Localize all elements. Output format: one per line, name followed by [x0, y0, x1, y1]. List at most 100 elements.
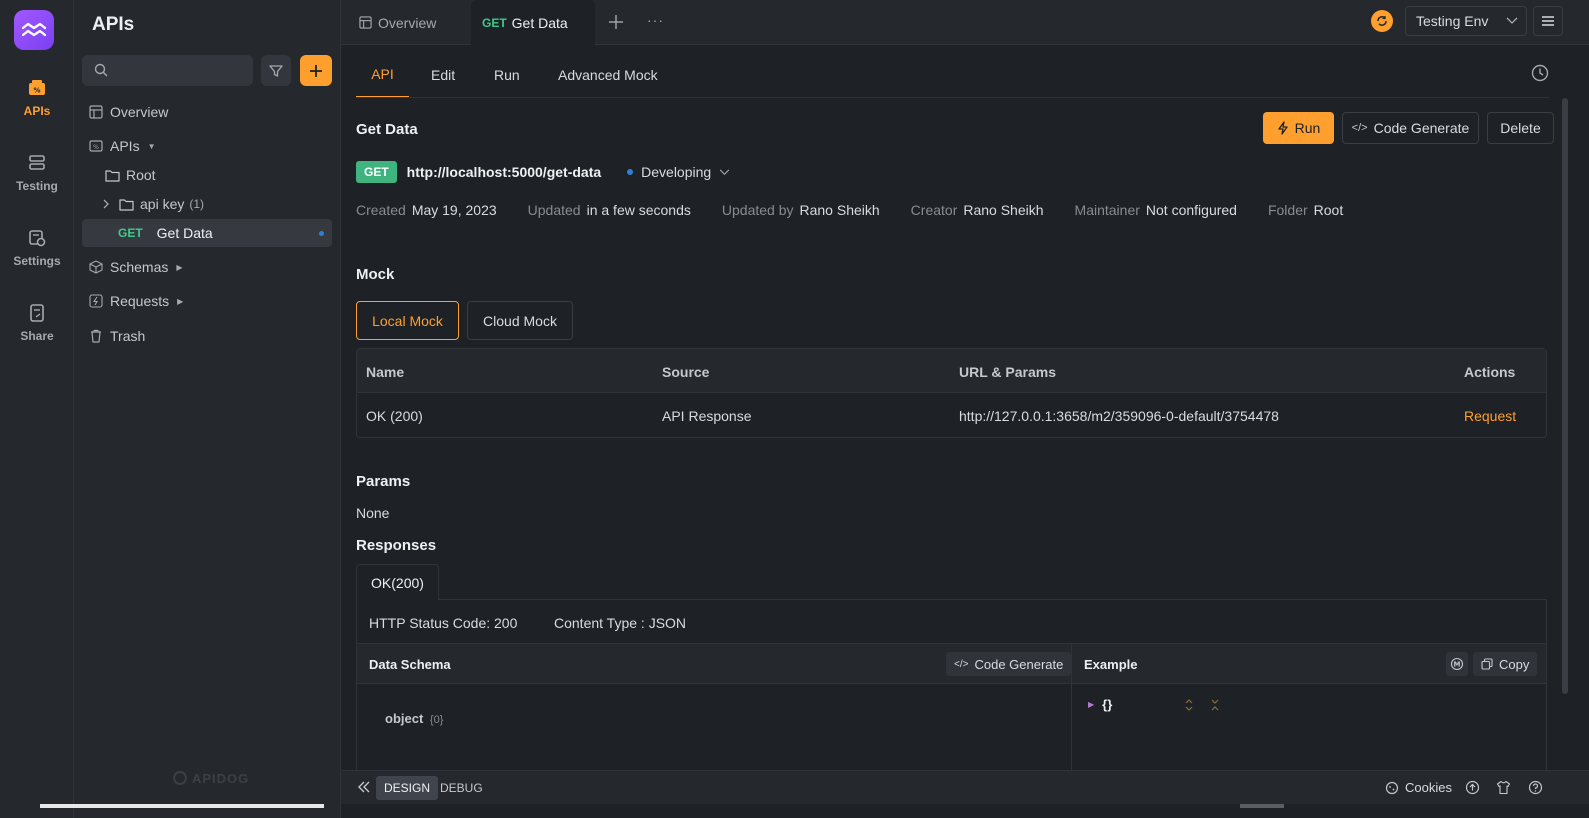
- expand-caret-icon[interactable]: ▶: [1088, 700, 1094, 709]
- app-logo[interactable]: [14, 10, 54, 50]
- status-select[interactable]: Developing: [627, 164, 730, 180]
- upload-icon[interactable]: [1465, 780, 1480, 795]
- table-header: [357, 349, 1546, 393]
- caret-down-icon: ▼: [147, 141, 156, 151]
- cookies-label: Cookies: [1405, 780, 1452, 795]
- cell-url[interactable]: http://127.0.0.1:3658/m2/359096-0-defaul…: [959, 408, 1279, 424]
- tree-item-label: APIs: [110, 138, 140, 154]
- copy-button[interactable]: Copy: [1473, 652, 1538, 676]
- debug-mode-button[interactable]: DEBUG: [432, 776, 491, 800]
- tree-item-label: api key: [140, 196, 185, 212]
- new-tab-button[interactable]: [608, 14, 624, 30]
- meta-folder: Folder Root: [1267, 202, 1344, 218]
- tree-item-get-data[interactable]: GET Get Data: [82, 219, 332, 247]
- overview-icon: [88, 104, 104, 120]
- code-generate-button[interactable]: </> Code Generate: [1342, 112, 1479, 144]
- svg-text:%: %: [33, 87, 40, 95]
- mock-table: Name Source URL & Params Actions OK (200…: [356, 348, 1547, 438]
- run-button[interactable]: Run: [1263, 112, 1334, 144]
- environment-select[interactable]: Testing Env: [1405, 6, 1527, 36]
- response-panel: HTTP Status Code: 200 Content Type : JSO…: [356, 599, 1547, 775]
- more-tabs-button[interactable]: ···: [647, 12, 664, 28]
- share-icon: [27, 303, 47, 323]
- trash-icon: [88, 328, 104, 344]
- tree-item-label: Trash: [110, 328, 146, 344]
- testing-icon: [27, 153, 47, 173]
- meta-creator: Creator Rano Sheikh: [910, 202, 1044, 218]
- json-brace: {}: [1102, 697, 1113, 712]
- cookies-button[interactable]: Cookies: [1385, 780, 1452, 795]
- design-mode-button[interactable]: DESIGN: [376, 776, 439, 800]
- add-button[interactable]: [300, 55, 332, 86]
- params-value: None: [356, 505, 390, 521]
- settings-icon: [27, 228, 47, 248]
- method-tag: GET: [482, 15, 507, 30]
- rail-item-settings[interactable]: Settings: [0, 228, 74, 268]
- chevron-right-icon: [102, 199, 110, 209]
- response-tab-ok200[interactable]: OK(200): [356, 564, 439, 600]
- history-icon[interactable]: [1530, 63, 1550, 83]
- subtab-run[interactable]: Run: [494, 52, 520, 98]
- expand-toggle-icon[interactable]: [1210, 698, 1220, 712]
- tab-local-mock[interactable]: Local Mock: [356, 301, 459, 340]
- rail-item-testing[interactable]: Testing: [0, 153, 74, 193]
- subtab-advanced-mock[interactable]: Advanced Mock: [558, 52, 658, 98]
- watermark-text: APIDOG: [192, 770, 250, 786]
- overview-icon: [359, 16, 372, 29]
- sidebar-title: APIs: [92, 14, 135, 35]
- menu-button[interactable]: [1533, 6, 1563, 36]
- run-label: Run: [1294, 120, 1321, 136]
- tree-item-trash[interactable]: Trash: [82, 322, 332, 350]
- tab-label: Overview: [378, 14, 437, 31]
- chevron-down-icon: [719, 168, 730, 176]
- rail-item-apis[interactable]: % APIs: [0, 78, 74, 118]
- sidebar: APIs Overview % APIs ▼ Root api key (1) …: [74, 0, 341, 818]
- cell-name: OK (200): [366, 408, 423, 424]
- collapse-toggle-icon[interactable]: [1184, 698, 1194, 712]
- bottom-bar: DESIGN DEBUG Cookies: [341, 770, 1589, 804]
- schema-count: {0}: [429, 714, 444, 726]
- request-link[interactable]: Request: [1464, 408, 1516, 424]
- delete-button[interactable]: Delete: [1487, 112, 1554, 144]
- collapse-sidebar-icon[interactable]: [357, 780, 371, 794]
- shirt-icon[interactable]: [1496, 780, 1511, 795]
- tab-label: Get Data: [511, 14, 568, 31]
- tab-cloud-mock[interactable]: Cloud Mock: [467, 301, 573, 340]
- api-folder-icon: %: [88, 138, 104, 154]
- mock-toggle-button[interactable]: M: [1446, 652, 1468, 676]
- mock-title: Mock: [356, 266, 395, 283]
- subtab-api[interactable]: API: [356, 52, 409, 98]
- tree-item-requests[interactable]: Requests ▶: [82, 287, 332, 315]
- sync-icon[interactable]: [1371, 10, 1393, 32]
- api-icon: %: [27, 78, 47, 98]
- rail-item-share[interactable]: Share: [0, 303, 74, 343]
- column-header-source: Source: [662, 364, 710, 380]
- method-tag: GET: [118, 226, 143, 240]
- code-generate-label: Code Generate: [1373, 120, 1470, 136]
- m-circle-icon: M: [1450, 657, 1464, 671]
- subtab-edit[interactable]: Edit: [431, 52, 455, 98]
- filter-button[interactable]: [261, 55, 291, 86]
- folder-icon: [118, 196, 134, 212]
- schema-code-generate-button[interactable]: </> Code Generate: [946, 652, 1072, 676]
- tab-get-data[interactable]: GET Get Data: [471, 0, 595, 45]
- tree-item-schemas[interactable]: Schemas ▶: [82, 253, 332, 281]
- scrollbar[interactable]: [1562, 98, 1568, 694]
- api-meta: Created May 19, 2023 Updated in a few seco…: [356, 202, 1343, 218]
- responses-title: Responses: [356, 537, 437, 554]
- tree-item-label: Requests: [110, 293, 170, 309]
- meta-updated-by: Updated by Rano Sheikh: [721, 202, 880, 218]
- tab-overview[interactable]: Overview: [341, 0, 471, 45]
- taskbar-strip: [1240, 804, 1284, 808]
- status-label: Developing: [641, 164, 712, 180]
- caret-right-icon: ▶: [177, 296, 184, 306]
- tree-item-apis[interactable]: % APIs ▼: [82, 132, 332, 160]
- tree-item-overview[interactable]: Overview: [82, 98, 332, 126]
- help-icon[interactable]: [1528, 780, 1543, 795]
- tree-item-api-key[interactable]: api key (1): [82, 190, 332, 218]
- search-icon: [94, 63, 108, 77]
- tree-item-label: Root: [126, 167, 156, 183]
- rail-item-label: Settings: [13, 254, 61, 268]
- tree-item-root[interactable]: Root: [82, 161, 332, 189]
- search-input[interactable]: [82, 55, 253, 86]
